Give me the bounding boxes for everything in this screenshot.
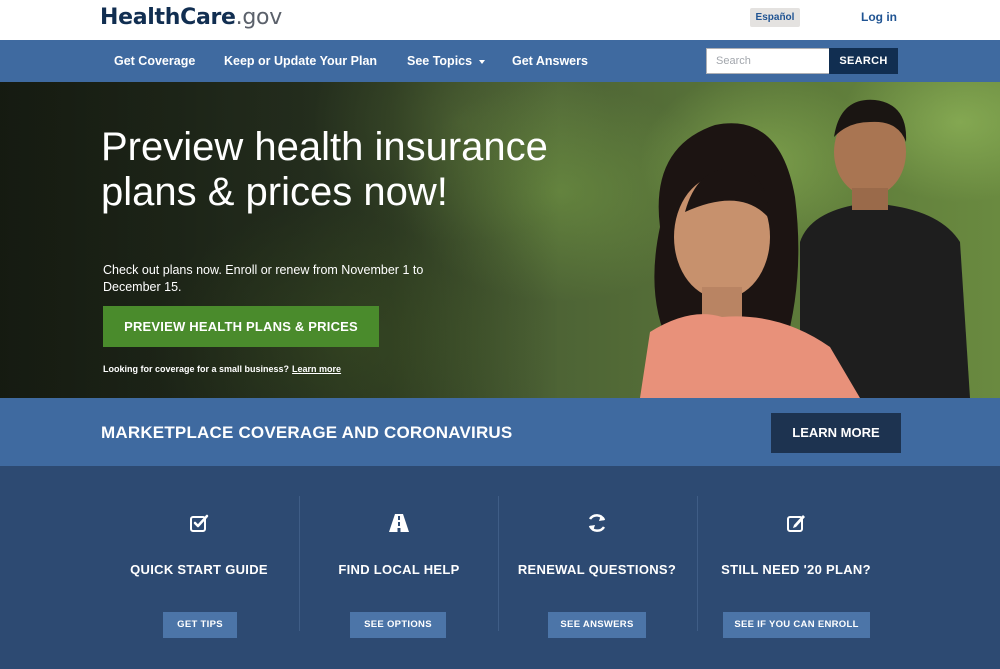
logo-tld: .gov bbox=[235, 5, 283, 30]
small-business-text: Looking for coverage for a small busines… bbox=[103, 364, 290, 374]
card-title: STILL NEED '20 PLAN? bbox=[721, 562, 871, 577]
see-if-you-can-enroll-button[interactable]: SEE IF YOU CAN ENROLL bbox=[723, 612, 870, 638]
search-input[interactable] bbox=[706, 48, 830, 74]
login-link[interactable]: Log in bbox=[861, 10, 897, 24]
hero-photo-woman bbox=[640, 123, 860, 398]
small-business-note: Looking for coverage for a small busines… bbox=[103, 364, 341, 374]
learn-more-button[interactable]: LEARN MORE bbox=[771, 413, 901, 453]
hero-title: Preview health insurance plans & prices … bbox=[101, 125, 548, 214]
coronavirus-banner: MARKETPLACE COVERAGE AND CORONAVIRUS LEA… bbox=[0, 398, 1000, 466]
card-renewal-questions: RENEWAL QUESTIONS? SEE ANSWERS bbox=[498, 466, 696, 669]
road-icon bbox=[389, 514, 409, 532]
edit-icon bbox=[787, 515, 805, 532]
espanol-link[interactable]: Español bbox=[750, 8, 800, 27]
see-answers-button[interactable]: SEE ANSWERS bbox=[548, 612, 646, 638]
nav-item-label: Keep or Update Your Plan bbox=[224, 54, 378, 68]
see-options-button[interactable]: SEE OPTIONS bbox=[350, 612, 446, 638]
card-title: QUICK START GUIDE bbox=[130, 562, 268, 577]
logo-brand: HealthCare bbox=[100, 5, 236, 30]
nav-item-label: Get Answers bbox=[512, 54, 588, 68]
hero-section: Preview health insurance plans & prices … bbox=[0, 82, 1000, 398]
card-still-need-plan: STILL NEED '20 PLAN? SEE IF YOU CAN ENRO… bbox=[697, 466, 895, 669]
card-title: FIND LOCAL HELP bbox=[338, 562, 460, 577]
nav-item-label: See Topics bbox=[407, 54, 473, 68]
nav-item-get-answers[interactable]: Get Answers bbox=[512, 54, 588, 68]
nav-item-keep-or-update[interactable]: Keep or Update Your Plan bbox=[224, 54, 377, 68]
quick-links-section: QUICK START GUIDE GET TIPS FIND LOCAL HE… bbox=[0, 466, 1000, 669]
checkbox-icon bbox=[190, 514, 209, 532]
card-title: RENEWAL QUESTIONS? bbox=[517, 562, 677, 577]
card-find-local-help: FIND LOCAL HELP SEE OPTIONS bbox=[300, 466, 498, 669]
refresh-icon bbox=[588, 514, 606, 532]
learn-more-link[interactable]: Learn more bbox=[292, 364, 341, 374]
card-quick-start-guide: QUICK START GUIDE GET TIPS bbox=[100, 466, 298, 669]
nav-item-label: Get Coverage bbox=[114, 54, 196, 68]
caret-down-icon bbox=[479, 59, 486, 64]
healthcare-gov-logo[interactable]: HealthCare.gov bbox=[100, 5, 282, 30]
get-tips-button[interactable]: GET TIPS bbox=[163, 612, 237, 638]
search-button[interactable]: SEARCH bbox=[829, 48, 898, 74]
hero-subtitle: Check out plans now. Enroll or renew fro… bbox=[103, 263, 424, 294]
nav-item-get-coverage[interactable]: Get Coverage bbox=[114, 54, 195, 68]
preview-plans-button[interactable]: PREVIEW HEALTH PLANS & PRICES bbox=[103, 306, 379, 347]
nav-item-see-topics[interactable]: See Topics bbox=[407, 54, 486, 68]
top-bar: HealthCare.gov Español Log in bbox=[0, 0, 1000, 40]
banner-title: MARKETPLACE COVERAGE AND CORONAVIRUS bbox=[101, 423, 513, 442]
